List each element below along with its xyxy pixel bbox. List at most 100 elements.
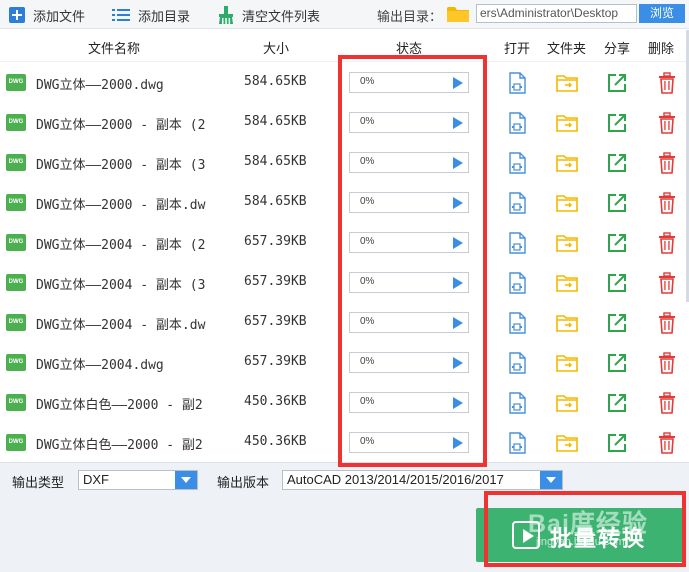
column-header-size: 大小 bbox=[263, 41, 290, 56]
output-dir-label: 输出目录： bbox=[377, 9, 443, 24]
play-icon[interactable] bbox=[453, 397, 463, 409]
share-icon[interactable] bbox=[606, 272, 628, 294]
open-folder-icon[interactable] bbox=[556, 192, 578, 214]
file-row: DWG DWG立体——2000.dwg 584.65KB 0% bbox=[0, 63, 686, 103]
progress-text: 0% bbox=[360, 196, 375, 207]
open-folder-icon[interactable] bbox=[556, 72, 578, 94]
progress-bar: 0% bbox=[349, 432, 469, 453]
open-folder-icon[interactable] bbox=[556, 352, 578, 374]
open-file-icon[interactable] bbox=[506, 112, 528, 134]
dwg-file-icon: DWG bbox=[6, 194, 26, 211]
file-name: DWG立体白色——2000 - 副2 bbox=[36, 438, 203, 453]
file-size: 584.65KB bbox=[244, 154, 307, 169]
open-folder-icon[interactable] bbox=[556, 272, 578, 294]
open-folder-icon[interactable] bbox=[556, 232, 578, 254]
play-icon[interactable] bbox=[453, 437, 463, 449]
open-folder-icon[interactable] bbox=[556, 152, 578, 174]
column-header-folder: 文件夹 bbox=[547, 41, 587, 56]
dwg-file-icon: DWG bbox=[6, 114, 26, 131]
file-list: DWG DWG立体——2000.dwg 584.65KB 0% DWG DWG立… bbox=[0, 63, 686, 461]
file-name: DWG立体——2000 - 副本 (2 bbox=[36, 118, 206, 133]
file-name: DWG立体——2000 - 副本.dw bbox=[36, 198, 206, 213]
file-size: 450.36KB bbox=[244, 394, 307, 409]
open-file-icon[interactable] bbox=[506, 232, 528, 254]
delete-icon[interactable] bbox=[656, 352, 678, 374]
play-icon[interactable] bbox=[453, 77, 463, 89]
progress-text: 0% bbox=[360, 276, 375, 287]
progress-text: 0% bbox=[360, 76, 375, 87]
play-icon[interactable] bbox=[453, 117, 463, 129]
delete-icon[interactable] bbox=[656, 432, 678, 454]
file-row: DWG DWG立体——2000 - 副本 (2 584.65KB 0% bbox=[0, 103, 686, 143]
share-icon[interactable] bbox=[606, 112, 628, 134]
progress-text: 0% bbox=[360, 156, 375, 167]
share-icon[interactable] bbox=[606, 232, 628, 254]
delete-icon[interactable] bbox=[656, 72, 678, 94]
open-file-icon[interactable] bbox=[506, 392, 528, 414]
file-row: DWG DWG立体——2004 - 副本 (3 657.39KB 0% bbox=[0, 263, 686, 303]
file-size: 584.65KB bbox=[244, 114, 307, 129]
file-size: 584.65KB bbox=[244, 194, 307, 209]
share-icon[interactable] bbox=[606, 152, 628, 174]
progress-bar: 0% bbox=[349, 72, 469, 93]
play-icon[interactable] bbox=[453, 357, 463, 369]
share-icon[interactable] bbox=[606, 192, 628, 214]
file-size: 450.36KB bbox=[244, 434, 307, 449]
progress-bar: 0% bbox=[349, 352, 469, 373]
progress-text: 0% bbox=[360, 396, 375, 407]
batch-convert-button[interactable]: 批量转换 bbox=[476, 508, 684, 562]
add-file-button[interactable]: 添加文件 bbox=[9, 5, 85, 25]
open-folder-icon[interactable] bbox=[556, 312, 578, 334]
chevron-down-icon[interactable] bbox=[540, 471, 562, 489]
file-size: 657.39KB bbox=[244, 274, 307, 289]
open-file-icon[interactable] bbox=[506, 152, 528, 174]
open-folder-icon[interactable] bbox=[556, 392, 578, 414]
share-icon[interactable] bbox=[606, 312, 628, 334]
output-version-select[interactable]: AutoCAD 2013/2014/2015/2016/2017 bbox=[282, 470, 563, 490]
file-name: DWG立体——2000 - 副本 (3 bbox=[36, 158, 206, 173]
share-icon[interactable] bbox=[606, 432, 628, 454]
browse-button[interactable]: 浏览 bbox=[639, 4, 685, 23]
share-icon[interactable] bbox=[606, 352, 628, 374]
dwg-file-icon: DWG bbox=[6, 154, 26, 171]
share-icon[interactable] bbox=[606, 72, 628, 94]
delete-icon[interactable] bbox=[656, 272, 678, 294]
progress-bar: 0% bbox=[349, 272, 469, 293]
delete-icon[interactable] bbox=[656, 192, 678, 214]
delete-icon[interactable] bbox=[656, 152, 678, 174]
folder-icon[interactable] bbox=[447, 5, 469, 23]
clear-list-button[interactable]: 清空文件列表 bbox=[218, 5, 320, 25]
open-file-icon[interactable] bbox=[506, 352, 528, 374]
output-path-input[interactable]: ers\Administrator\Desktop bbox=[476, 4, 637, 23]
output-type-select[interactable]: DXF bbox=[78, 470, 198, 490]
open-folder-icon[interactable] bbox=[556, 432, 578, 454]
open-file-icon[interactable] bbox=[506, 192, 528, 214]
file-size: 657.39KB bbox=[244, 234, 307, 249]
delete-icon[interactable] bbox=[656, 112, 678, 134]
delete-icon[interactable] bbox=[656, 392, 678, 414]
open-file-icon[interactable] bbox=[506, 272, 528, 294]
delete-icon[interactable] bbox=[656, 312, 678, 334]
share-icon[interactable] bbox=[606, 392, 628, 414]
delete-icon[interactable] bbox=[656, 232, 678, 254]
open-file-icon[interactable] bbox=[506, 72, 528, 94]
play-icon[interactable] bbox=[453, 277, 463, 289]
play-icon[interactable] bbox=[453, 317, 463, 329]
play-icon[interactable] bbox=[453, 197, 463, 209]
dwg-file-icon: DWG bbox=[6, 314, 26, 331]
play-icon[interactable] bbox=[453, 237, 463, 249]
add-directory-button[interactable]: 添加目录 bbox=[112, 5, 190, 25]
file-list-header: 文件名称 大小 状态 打开 文件夹 分享 删除 bbox=[0, 30, 689, 62]
progress-text: 0% bbox=[360, 116, 375, 127]
open-folder-icon[interactable] bbox=[556, 112, 578, 134]
dwg-file-icon: DWG bbox=[6, 234, 26, 251]
file-row: DWG DWG立体——2004 - 副本.dw 657.39KB 0% bbox=[0, 303, 686, 343]
play-icon[interactable] bbox=[453, 157, 463, 169]
file-size: 657.39KB bbox=[244, 354, 307, 369]
chevron-down-icon[interactable] bbox=[175, 471, 197, 489]
file-size: 584.65KB bbox=[244, 74, 307, 89]
open-file-icon[interactable] bbox=[506, 432, 528, 454]
open-file-icon[interactable] bbox=[506, 312, 528, 334]
file-name: DWG立体——2004 - 副本.dw bbox=[36, 318, 206, 333]
list-icon bbox=[112, 9, 130, 21]
